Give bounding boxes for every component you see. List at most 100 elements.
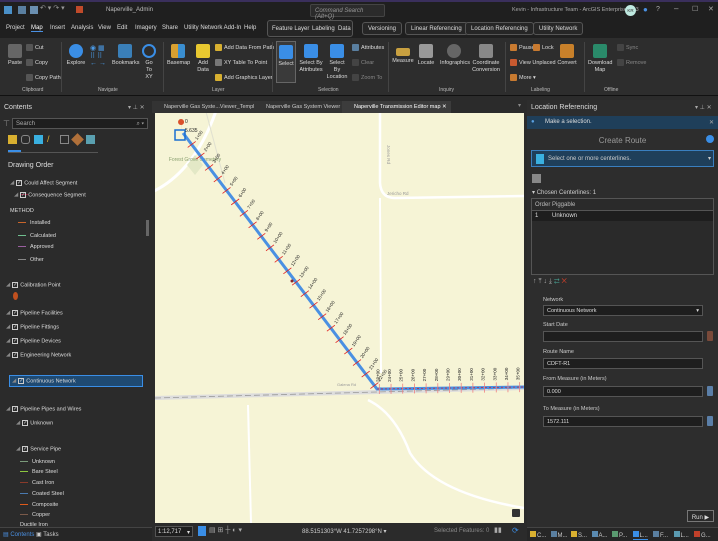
avatar[interactable]: KR bbox=[625, 5, 636, 16]
help-icon[interactable] bbox=[706, 135, 714, 143]
expand-arrow-icon[interactable]: ◢ bbox=[6, 406, 10, 412]
select-centerlines-tool[interactable]: Select one or more centerlines. ▾ bbox=[531, 150, 714, 167]
minimize-button[interactable]: – bbox=[674, 4, 678, 13]
pane-tab[interactable]: A... bbox=[591, 531, 608, 539]
layer-item[interactable]: ◢ ✓ Pipeline Facilities bbox=[6, 310, 63, 316]
calculator-icon[interactable] bbox=[707, 416, 713, 426]
explore-button[interactable]: Explore bbox=[66, 44, 86, 67]
tab-feature-layer[interactable]: Feature Layer bbox=[272, 26, 309, 32]
project-name[interactable]: Naperville_Admin bbox=[106, 7, 153, 13]
tab-versioning[interactable]: Versioning bbox=[362, 22, 403, 35]
tab-edit[interactable]: Edit bbox=[117, 25, 127, 31]
command-search-input[interactable]: Command Search (Alt+Q) bbox=[310, 4, 385, 20]
tab-utility-network-addin[interactable]: Utility Network Add-In bbox=[184, 25, 241, 31]
clear-button[interactable]: Clear bbox=[352, 59, 374, 66]
tab-map[interactable]: Map bbox=[31, 25, 43, 32]
tab-map-transmission-editor[interactable]: Naperville Transmission Editor map ✕ bbox=[342, 101, 451, 113]
expand-arrow-icon[interactable]: ◢ bbox=[10, 180, 14, 186]
route-line[interactable] bbox=[181, 132, 524, 391]
route-name-field[interactable]: CDFT-R1 bbox=[543, 358, 703, 369]
map-view-mode-icon[interactable] bbox=[198, 526, 206, 536]
paste-button[interactable]: Paste bbox=[6, 44, 24, 67]
add-graphics-layer-button[interactable]: Add Graphics Layer bbox=[215, 74, 273, 81]
go-to-xy-button[interactable]: Go To XY bbox=[142, 44, 156, 81]
map-overview-icon[interactable] bbox=[512, 509, 520, 517]
save-icon[interactable] bbox=[30, 6, 38, 14]
visibility-checkbox[interactable]: ✓ bbox=[16, 180, 23, 186]
selected-features-count[interactable]: Selected Features: 0 bbox=[434, 528, 489, 534]
navigation-arrows-icon[interactable]: ◉ ▦ ⠿ ⠿ ← → bbox=[90, 44, 106, 67]
calendar-icon[interactable] bbox=[707, 331, 713, 341]
pane-tab[interactable]: P... bbox=[612, 531, 627, 539]
zoom-to-button[interactable]: Zoom To bbox=[352, 74, 382, 81]
reorder-toolbar[interactable]: ↑ ⤒ ↓ ⤓ ⇄ ✕ bbox=[533, 278, 567, 286]
remove-button[interactable]: Remove bbox=[617, 59, 646, 66]
layer-item[interactable]: ◢ ✓ Consequence Segment bbox=[14, 192, 86, 198]
network-dropdown[interactable]: Continuous Network ▾ bbox=[543, 305, 703, 316]
close-button[interactable]: ✕ bbox=[708, 5, 714, 13]
toolbox-icon[interactable] bbox=[76, 6, 83, 13]
pane-tab[interactable]: G... bbox=[694, 531, 711, 539]
xy-table-to-point-button[interactable]: XY Table To Point bbox=[215, 59, 267, 66]
tab-insert[interactable]: Insert bbox=[50, 25, 65, 31]
dismiss-info-button[interactable]: ✕ bbox=[709, 119, 714, 126]
tab-project[interactable]: Project bbox=[6, 25, 25, 31]
download-map-button[interactable]: Download Map bbox=[588, 44, 612, 74]
attributes-button[interactable]: Attributes bbox=[352, 44, 384, 51]
tab-share[interactable]: Share bbox=[162, 25, 178, 31]
tab-view[interactable]: View bbox=[98, 25, 111, 31]
select-by-location-button[interactable]: Select By Location bbox=[326, 44, 348, 81]
tab-map-viewer-template[interactable]: Naperville Gas Syste...Viewer_Template bbox=[152, 101, 267, 113]
map-view[interactable]: Forest Grove Cemetery Jones Rd Jericho R… bbox=[155, 113, 524, 523]
coordinate-conversion-button[interactable]: Coordinate Conversion bbox=[472, 44, 500, 74]
visibility-checkbox[interactable]: ✓ bbox=[22, 420, 29, 426]
visibility-checkbox[interactable]: ✓ bbox=[18, 378, 25, 384]
scrollbar[interactable] bbox=[146, 175, 150, 530]
pane-tab[interactable]: F... bbox=[653, 531, 668, 539]
more-button[interactable]: More ▾ bbox=[510, 74, 536, 81]
pause-labels-button[interactable]: Pause bbox=[510, 44, 535, 51]
tab-location-referencing[interactable]: Location Referencing bbox=[465, 22, 534, 35]
visibility-checkbox[interactable]: ✓ bbox=[12, 324, 19, 330]
pause-drawing-button[interactable]: ▮▮ bbox=[494, 526, 502, 534]
layer-item[interactable]: ◢ ✓ Could Affect Segment bbox=[10, 180, 77, 186]
to-measure-field[interactable]: 1572.111 bbox=[543, 416, 703, 427]
tab-list-dropdown[interactable]: ▾ bbox=[518, 102, 521, 109]
layer-item[interactable]: ◢ ✓ Unknown bbox=[16, 420, 53, 426]
table-row[interactable]: 1 Unknown bbox=[532, 211, 713, 221]
calculator-icon[interactable] bbox=[707, 386, 713, 396]
calibration-point-icon[interactable] bbox=[178, 119, 185, 131]
pane-tab[interactable]: L... bbox=[673, 531, 689, 539]
new-project-icon[interactable] bbox=[18, 6, 26, 14]
copy-path-button[interactable]: Copy Path bbox=[26, 74, 61, 81]
tab-linear-referencing[interactable]: Linear Referencing bbox=[405, 22, 468, 35]
map-canvas[interactable]: Forest Grove Cemetery Jones Rd Jericho R… bbox=[155, 113, 524, 523]
pane-tab[interactable]: S... bbox=[571, 531, 587, 539]
pane-tab[interactable]: M... bbox=[550, 531, 568, 539]
tab-labeling[interactable]: Labeling bbox=[312, 26, 335, 32]
column-order[interactable]: Order bbox=[535, 202, 550, 208]
visibility-checkbox[interactable]: ✓ bbox=[20, 192, 27, 198]
view-unplaced-button[interactable]: View Unplaced bbox=[510, 59, 556, 66]
tab-tasks[interactable]: ▣ Tasks bbox=[36, 531, 59, 538]
lock-labels-button[interactable]: Lock bbox=[533, 44, 554, 51]
tab-data[interactable]: Data bbox=[338, 26, 351, 32]
layer-item[interactable]: ◢ ✓ Calibration Point bbox=[6, 282, 61, 288]
measure-button[interactable]: Measure bbox=[392, 44, 414, 65]
pane-tab[interactable]: L... bbox=[632, 531, 648, 540]
visibility-checkbox[interactable]: ✓ bbox=[12, 338, 19, 344]
run-button[interactable]: Run ▶ bbox=[687, 510, 714, 522]
visibility-checkbox[interactable]: ✓ bbox=[12, 282, 19, 288]
layer-item[interactable]: ◢ ✓ Pipeline Fittings bbox=[6, 324, 59, 330]
expand-arrow-icon[interactable]: ◢ bbox=[6, 352, 10, 358]
notification-icon[interactable]: ● bbox=[643, 5, 648, 14]
layer-item[interactable]: ◢ ✓ Pipeline Devices bbox=[6, 338, 61, 344]
expand-arrow-icon[interactable]: ◢ bbox=[12, 378, 16, 384]
pane-tab[interactable]: C... bbox=[530, 531, 546, 539]
refresh-icon[interactable]: ⟳ bbox=[512, 526, 519, 535]
copy-button[interactable]: Copy bbox=[26, 59, 48, 66]
layer-item[interactable]: ◢ ✓ Pipeline Pipes and Wires bbox=[6, 406, 81, 412]
map-tools-icons[interactable]: ▤ ⊞ ┼ ◐ ▾ bbox=[209, 526, 242, 534]
table-options-icon[interactable] bbox=[532, 174, 541, 183]
undo-icon[interactable]: ↶ ▾ ↷ ▾ bbox=[40, 4, 65, 12]
